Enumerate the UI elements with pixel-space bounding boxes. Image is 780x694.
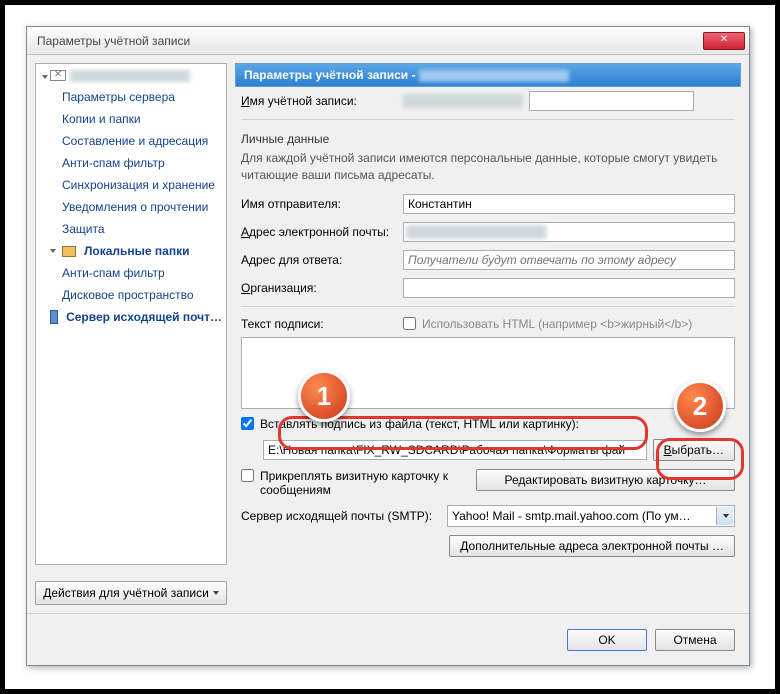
tree-item[interactable]: Параметры сервера (36, 86, 226, 108)
smtp-label: Сервер исходящей почты (SMTP): (241, 509, 441, 523)
personal-desc: Для каждой учётной записи имеются персон… (235, 148, 741, 190)
server-icon (50, 310, 58, 324)
use-html-label: Использовать HTML (например <b>жирный</b… (422, 317, 692, 331)
tree-smtp[interactable]: Сервер исходящей почт… (36, 306, 226, 328)
tree-item[interactable]: Составление и адресация (36, 130, 226, 152)
tree-local-folders[interactable]: Локальные папки (36, 240, 226, 262)
dialog-footer: OK Отмена (27, 613, 749, 665)
accounts-tree[interactable]: Параметры сервера Копии и папки Составле… (35, 63, 227, 565)
titlebar: Параметры учётной записи ✕ (27, 27, 749, 55)
attach-vcard-checkbox[interactable] (241, 469, 254, 482)
account-name-label: Имя учётной записи: (241, 94, 397, 108)
tree-account-root[interactable] (36, 64, 226, 86)
tree-item[interactable]: Защита (36, 218, 226, 240)
signature-from-file-checkbox[interactable] (241, 417, 254, 430)
sender-name-input[interactable] (403, 194, 735, 214)
signature-textarea[interactable] (241, 337, 735, 409)
settings-panel: Параметры учётной записи - Имя учётной з… (235, 63, 741, 605)
mail-icon (50, 70, 66, 81)
ok-button[interactable]: OK (567, 629, 647, 651)
smtp-select[interactable]: Yahoo! Mail - smtp.mail.yahoo.com (По ум… (447, 505, 735, 527)
reply-to-label: Адрес для ответа: (241, 253, 397, 267)
account-actions-button[interactable]: Действия для учётной записи (35, 581, 227, 605)
tree-item[interactable]: Уведомления о прочтении (36, 196, 226, 218)
org-input[interactable] (403, 278, 735, 298)
personal-group-title: Личные данные (235, 126, 741, 148)
redacted (403, 94, 523, 108)
edit-vcard-button[interactable]: Редактировать визитную карточку… (476, 469, 735, 491)
org-label: Организация: (241, 281, 397, 295)
signature-file-path-input[interactable] (263, 440, 647, 460)
signature-text-label: Текст подписи: (241, 317, 397, 331)
tree-item[interactable]: Копии и папки (36, 108, 226, 130)
window-title: Параметры учётной записи (37, 34, 703, 48)
account-name-input[interactable] (529, 91, 694, 111)
signature-from-file-label: Вставлять подпись из файла (текст, HTML … (260, 417, 579, 431)
sender-name-label: Имя отправителя: (241, 197, 397, 211)
close-button[interactable]: ✕ (703, 32, 745, 50)
tree-item[interactable]: Синхронизация и хранение (36, 174, 226, 196)
browse-button[interactable]: Выбрать… (653, 439, 735, 461)
use-html-checkbox[interactable] (403, 317, 416, 330)
email-label: Адрес электронной почты: (241, 225, 397, 239)
folder-icon (62, 246, 76, 257)
email-input[interactable] (403, 222, 735, 242)
additional-addresses-button[interactable]: Дополнительные адреса электронной почты … (449, 535, 735, 557)
attach-vcard-label: Прикреплять визитную карточку к сообщени… (260, 469, 470, 497)
reply-to-input[interactable] (403, 250, 735, 270)
cancel-button[interactable]: Отмена (655, 629, 735, 651)
chevron-down-icon (213, 591, 219, 595)
dialog-window: Параметры учётной записи ✕ Параметры сер… (26, 26, 750, 666)
tree-item[interactable]: Анти-спам фильтр (36, 262, 226, 284)
tree-item[interactable]: Дисковое пространство (36, 284, 226, 306)
tree-item[interactable]: Анти-спам фильтр (36, 152, 226, 174)
panel-header: Параметры учётной записи - (235, 63, 741, 87)
